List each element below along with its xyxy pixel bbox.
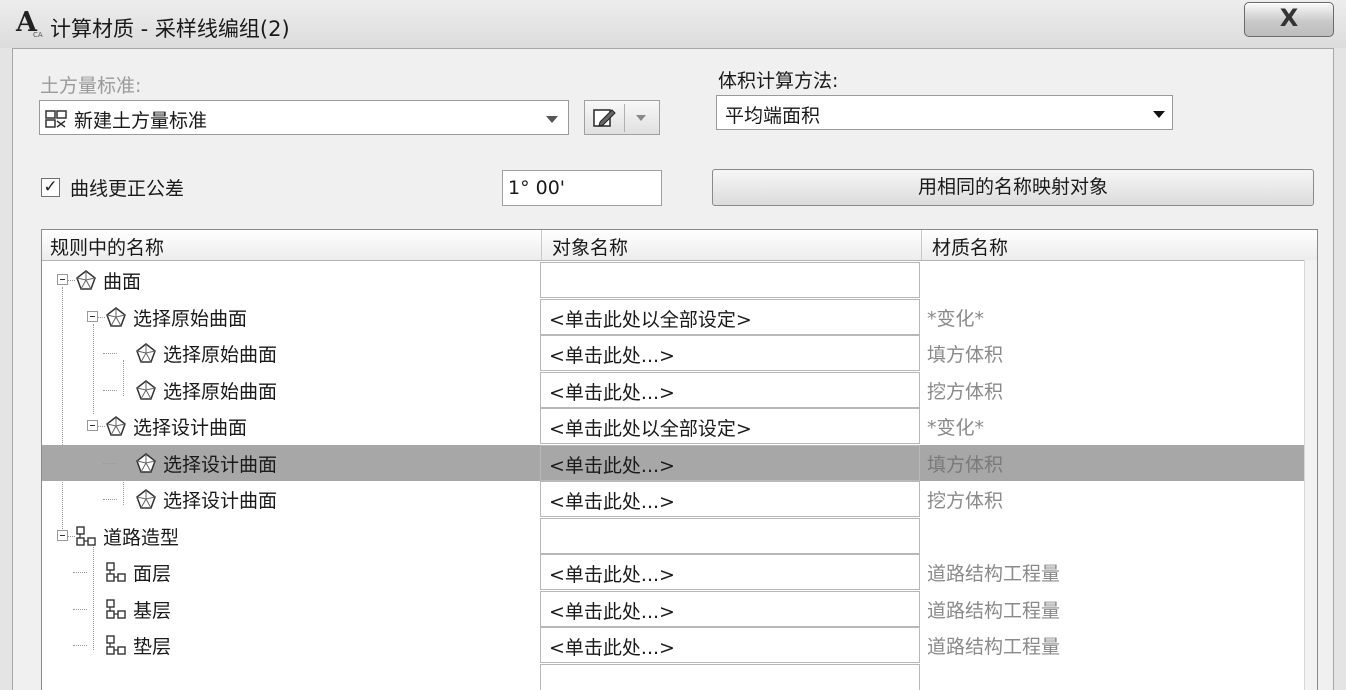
quantity-criteria-combo[interactable]: 新建土方量标准 (39, 100, 569, 135)
material-name[interactable]: 挖方体积 (927, 377, 1003, 404)
object-name-cell[interactable]: <单击此处以全部设定> (540, 408, 920, 444)
object-name-cell[interactable]: <单击此处以全部设定> (540, 299, 920, 335)
edit-criteria-button[interactable] (584, 100, 660, 135)
chevron-down-icon[interactable] (635, 114, 647, 122)
collapse-toggle-icon[interactable] (87, 311, 98, 322)
close-icon: X (1280, 4, 1299, 32)
corridor-icon (105, 598, 127, 624)
material-name[interactable]: 道路结构工程量 (927, 632, 1060, 659)
rule-name: 曲面 (103, 267, 141, 294)
table-row[interactable]: 选择原始曲面 <单击此处...> 填方体积 (42, 335, 1304, 371)
surface-icon (75, 269, 97, 295)
dialog-body: 土方量标准: 新建土方量标准 体积计算方法: 平均端面积 ✓ 曲线更正公差 1°… (12, 48, 1334, 690)
material-name[interactable]: 道路结构工程量 (927, 596, 1060, 623)
object-name-cell[interactable] (540, 518, 920, 554)
object-name-cell[interactable]: <单击此处...> (540, 445, 920, 481)
rule-name: 选择设计曲面 (163, 486, 277, 513)
surface-icon (135, 488, 157, 514)
column-header-object-name[interactable]: 对象名称 (552, 233, 628, 260)
table-row[interactable]: 选择设计曲面 <单击此处以全部设定> *变化* (42, 408, 1304, 444)
edit-style-icon (592, 107, 618, 129)
column-header-rule-name[interactable]: 规则中的名称 (50, 233, 164, 260)
rule-name: 选择原始曲面 (163, 340, 277, 367)
title-bar: A CA 计算材质 - 采样线编组(2) X (0, 0, 1346, 48)
corridor-icon (75, 525, 97, 551)
vertical-scrollbar[interactable] (1304, 260, 1318, 690)
surface-icon (135, 342, 157, 368)
surface-icon (135, 452, 157, 478)
curve-correction-checkbox[interactable]: ✓ (41, 178, 60, 197)
table-row[interactable]: 道路造型 (42, 518, 1304, 554)
object-name-cell[interactable]: <单击此处...> (540, 627, 920, 663)
collapse-toggle-icon[interactable] (57, 274, 68, 285)
material-name[interactable]: 道路结构工程量 (927, 559, 1060, 586)
material-name[interactable]: 填方体积 (927, 450, 1003, 477)
volume-method-value: 平均端面积 (725, 101, 820, 128)
table-row[interactable]: 曲面 (42, 262, 1304, 298)
map-same-names-button[interactable]: 用相同的名称映射对象 (712, 169, 1314, 206)
surface-icon (135, 379, 157, 405)
table-row[interactable]: 垫层 <单击此处...> 道路结构工程量 (42, 627, 1304, 663)
table-row[interactable]: 基层 <单击此处...> 道路结构工程量 (42, 591, 1304, 627)
collapse-toggle-icon[interactable] (57, 530, 68, 541)
object-name-cell[interactable]: <单击此处...> (540, 335, 920, 371)
object-name-cell[interactable]: <单击此处...> (540, 372, 920, 408)
chevron-down-icon[interactable] (1152, 109, 1166, 119)
rule-name: 面层 (133, 559, 171, 586)
chevron-down-icon[interactable] (545, 114, 559, 124)
table-row[interactable]: 选择原始曲面 <单击此处...> 挖方体积 (42, 372, 1304, 408)
column-header-material-name[interactable]: 材质名称 (932, 233, 1008, 260)
material-name[interactable]: *变化* (927, 304, 984, 331)
autocad-app-icon: A CA (15, 9, 45, 41)
table-row[interactable]: 面层 <单击此处...> 道路结构工程量 (42, 554, 1304, 590)
object-name-cell[interactable]: <单击此处...> (540, 481, 920, 517)
window-title: 计算材质 - 采样线编组(2) (50, 13, 290, 43)
material-name[interactable]: 挖方体积 (927, 486, 1003, 513)
volume-method-combo[interactable]: 平均端面积 (716, 95, 1173, 130)
criteria-style-icon (44, 109, 68, 129)
rule-name: 道路造型 (103, 523, 179, 550)
table-row[interactable]: 选择原始曲面 <单击此处以全部设定> *变化* (42, 299, 1304, 335)
rule-name: 基层 (133, 596, 171, 623)
object-name-cell[interactable]: <单击此处...> (540, 554, 920, 590)
rule-name: 选择原始曲面 (133, 304, 247, 331)
close-button[interactable]: X (1244, 2, 1334, 37)
corridor-icon (105, 634, 127, 660)
material-name[interactable]: *变化* (927, 413, 984, 440)
material-mapping-grid: 规则中的名称 对象名称 材质名称 曲面选择原始曲面 <单击此处以全部设定> *变化*… (41, 229, 1318, 690)
rule-name: 选择原始曲面 (163, 377, 277, 404)
table-row[interactable]: 选择设计曲面 <单击此处...> 挖方体积 (42, 481, 1304, 517)
surface-icon (105, 415, 127, 441)
object-name-cell[interactable]: <单击此处...> (540, 591, 920, 627)
rule-name: 选择设计曲面 (163, 450, 277, 477)
grid-header: 规则中的名称 对象名称 材质名称 (42, 230, 1317, 261)
quantity-criteria-value: 新建土方量标准 (74, 106, 207, 133)
quantity-criteria-label: 土方量标准: (40, 71, 141, 98)
corridor-icon (105, 561, 127, 587)
collapse-toggle-icon[interactable] (87, 420, 98, 431)
rule-name: 垫层 (133, 632, 171, 659)
volume-method-label: 体积计算方法: (718, 66, 838, 93)
object-name-cell[interactable] (540, 262, 920, 298)
curve-tolerance-input[interactable]: 1° 00' (502, 170, 662, 206)
surface-icon (105, 306, 127, 332)
curve-correction-label: 曲线更正公差 (70, 174, 184, 201)
table-row[interactable]: 选择设计曲面 <单击此处...> 填方体积 (42, 445, 1304, 481)
material-name[interactable]: 填方体积 (927, 340, 1003, 367)
rule-name: 选择设计曲面 (133, 413, 247, 440)
object-name-cell[interactable] (540, 664, 920, 690)
